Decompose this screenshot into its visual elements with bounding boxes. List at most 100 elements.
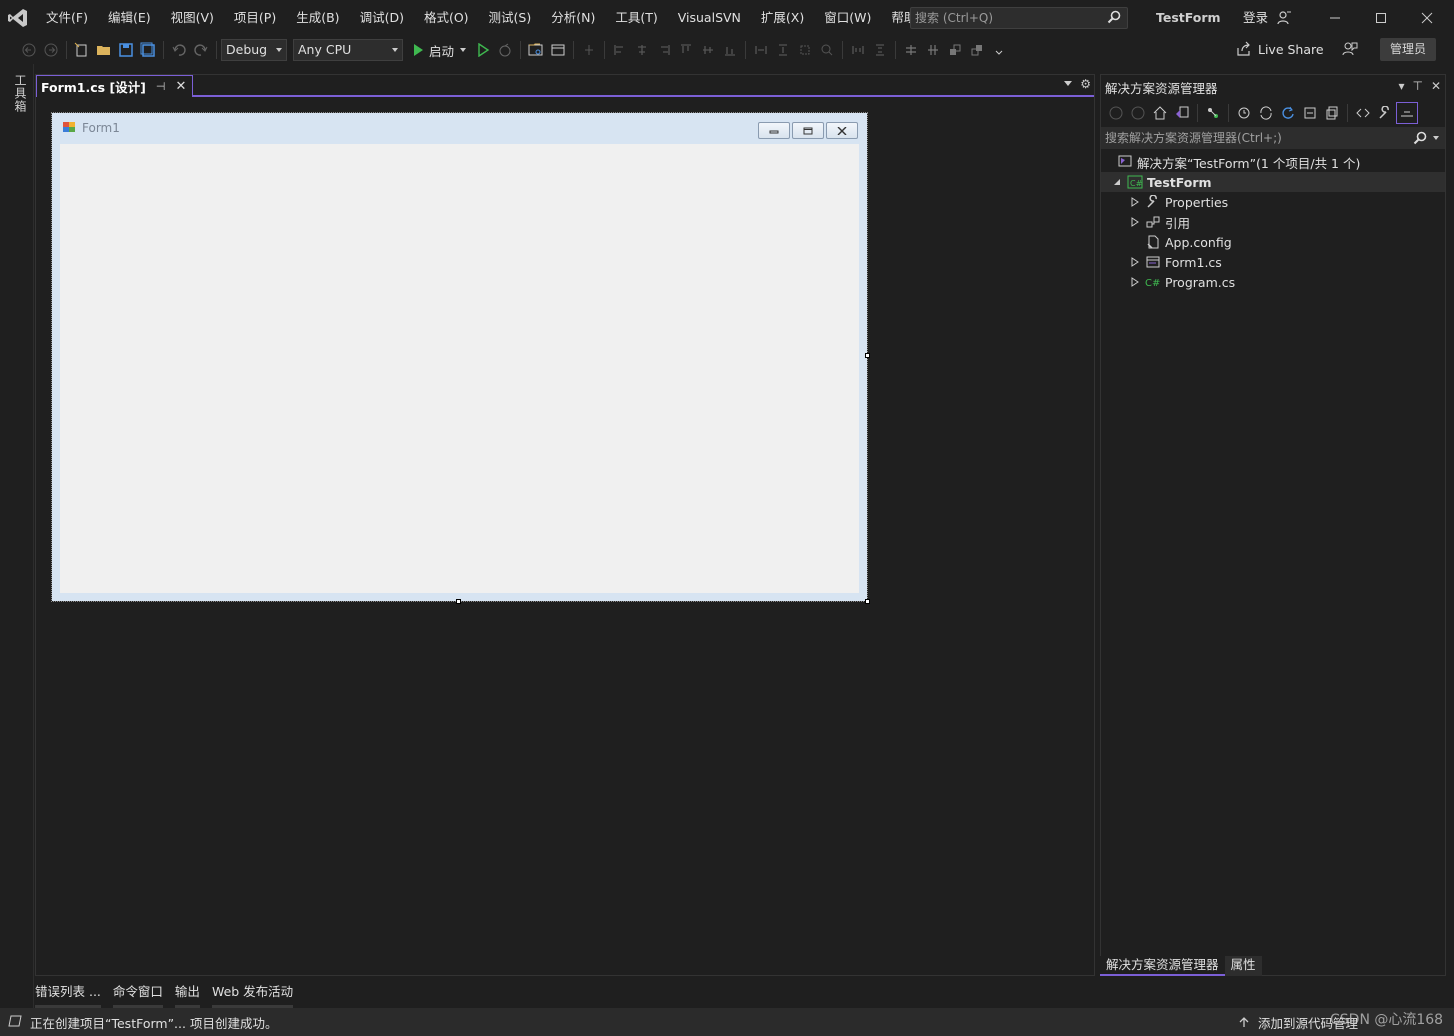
back-icon[interactable] [1105,102,1127,124]
solution-explorer-search-input[interactable]: 搜索解决方案资源管理器(Ctrl+;) [1101,127,1445,149]
switch-views-icon[interactable] [1171,102,1193,124]
align-centers-icon[interactable] [631,39,653,61]
browse-icon[interactable] [525,39,547,61]
tree-item-form1-cs[interactable]: Form1.cs [1101,252,1445,272]
new-project-icon[interactable] [71,39,93,61]
expanded-arrow-icon[interactable] [1111,178,1123,186]
gear-icon[interactable]: ⚙ [1080,77,1091,91]
panel-options-icon[interactable]: ▾ [1398,79,1404,93]
horizontal-spacing-icon[interactable] [847,39,869,61]
tab-solution-explorer[interactable]: 解决方案资源管理器 [1100,956,1225,976]
home-icon[interactable] [1149,102,1171,124]
menu-test[interactable]: 测试(S) [479,0,542,36]
resize-handle-bottom[interactable] [456,599,461,604]
maximize-window-button[interactable] [1358,0,1404,36]
form-designer-surface[interactable]: Form1 [51,112,868,602]
menu-window[interactable]: 窗口(W) [814,0,881,36]
tab-form1-design[interactable]: Form1.cs [设计] ⊣ ✕ [36,75,194,97]
resize-handle-bottom-right[interactable] [865,599,870,604]
layout-window-icon[interactable] [547,39,569,61]
menu-visualsvn[interactable]: VisualSVN [668,0,751,36]
make-same-size-icon[interactable] [794,39,816,61]
show-all-files-icon[interactable] [1321,102,1343,124]
navigate-forward-icon[interactable] [40,39,62,61]
center-vertically-icon[interactable] [922,39,944,61]
tree-item-solution[interactable]: 解决方案“TestForm”(1 个项目/共 1 个) [1101,152,1445,172]
form-client-area[interactable] [60,144,859,593]
toolbar-overflow-icon[interactable] [988,39,1010,61]
collapsed-arrow-icon[interactable] [1129,257,1141,267]
tree-item-properties[interactable]: Properties [1101,192,1445,212]
align-rights-icon[interactable] [653,39,675,61]
redo-icon[interactable] [190,39,212,61]
tab-output[interactable]: 输出 [174,982,200,1008]
preview-selected-items-icon[interactable] [1396,102,1418,124]
solution-configuration-select[interactable]: Debug [221,39,287,61]
menu-view[interactable]: 视图(V) [161,0,224,36]
save-icon[interactable] [115,39,137,61]
form-minimize-button[interactable] [758,122,790,139]
form-close-button[interactable] [826,122,858,139]
tab-properties[interactable]: 属性 [1224,956,1262,976]
solution-platform-select[interactable]: Any CPU [293,39,403,61]
menu-analyze[interactable]: 分析(N) [541,0,605,36]
tab-web-publish-activity[interactable]: Web 发布活动 [211,982,294,1008]
bring-to-front-icon[interactable] [944,39,966,61]
live-share-button[interactable]: Live Share [1236,41,1324,57]
align-tops-icon[interactable] [675,39,697,61]
sync-icon[interactable] [1255,102,1277,124]
hot-reload-icon[interactable] [494,39,516,61]
resize-handle-right[interactable] [865,353,870,358]
save-all-icon[interactable] [137,39,159,61]
start-debugging-button[interactable]: 启动 [411,41,467,60]
size-to-grid-icon[interactable] [816,39,838,61]
collapse-all-icon[interactable] [1299,102,1321,124]
minimize-window-button[interactable] [1312,0,1358,36]
menu-extensions[interactable]: 扩展(X) [751,0,814,36]
menu-edit[interactable]: 编辑(E) [98,0,161,36]
close-tab-icon[interactable]: ✕ [175,79,186,94]
forward-icon[interactable] [1127,102,1149,124]
menu-debug[interactable]: 调试(D) [350,0,414,36]
chevron-down-icon[interactable] [460,48,467,52]
menu-format[interactable]: 格式(O) [414,0,479,36]
close-panel-icon[interactable]: ✕ [1431,79,1441,93]
properties-wrench-icon[interactable] [1374,102,1396,124]
tree-item-references[interactable]: 引用 [1101,212,1445,232]
navigate-back-icon[interactable] [18,39,40,61]
pin-icon[interactable]: ⊣ [156,80,166,93]
form-window-frame[interactable]: Form1 [52,113,867,601]
tab-command-window[interactable]: 命令窗口 [112,982,163,1008]
pin-icon[interactable]: ⊤ [1412,79,1422,93]
align-lefts-icon[interactable] [609,39,631,61]
undo-icon[interactable] [168,39,190,61]
vertical-spacing-icon[interactable] [869,39,891,61]
menu-tools[interactable]: 工具(T) [605,0,667,36]
global-search-input[interactable]: 搜索 (Ctrl+Q) [910,7,1128,29]
collapsed-arrow-icon[interactable] [1129,277,1141,287]
visual-studio-logo-icon[interactable] [0,0,36,36]
login-link[interactable]: 登录 [1243,0,1268,36]
toolbox-tab[interactable]: 工具箱 [12,74,29,113]
view-code-icon[interactable] [1352,102,1374,124]
pending-changes-filter-icon[interactable] [1202,102,1224,124]
tree-item-app-config[interactable]: App.config [1101,232,1445,252]
tab-error-list[interactable]: 错误列表 ... [35,982,101,1008]
align-middles-icon[interactable] [697,39,719,61]
menu-file[interactable]: 文件(F) [36,0,98,36]
refresh-icon[interactable] [1277,102,1299,124]
collapsed-arrow-icon[interactable] [1129,217,1141,227]
open-file-icon[interactable] [93,39,115,61]
send-to-back-icon[interactable] [966,39,988,61]
feedback-icon[interactable] [1342,41,1358,60]
account-icon[interactable] [1276,10,1292,29]
align-to-grid-icon[interactable] [578,39,600,61]
make-same-width-icon[interactable] [750,39,772,61]
menu-build[interactable]: 生成(B) [286,0,349,36]
history-icon[interactable] [1233,102,1255,124]
close-window-button[interactable] [1404,0,1450,36]
form-maximize-button[interactable] [792,122,824,139]
make-same-height-icon[interactable] [772,39,794,61]
tree-item-program-cs[interactable]: C# Program.cs [1101,272,1445,292]
start-without-debugging-icon[interactable] [472,39,494,61]
